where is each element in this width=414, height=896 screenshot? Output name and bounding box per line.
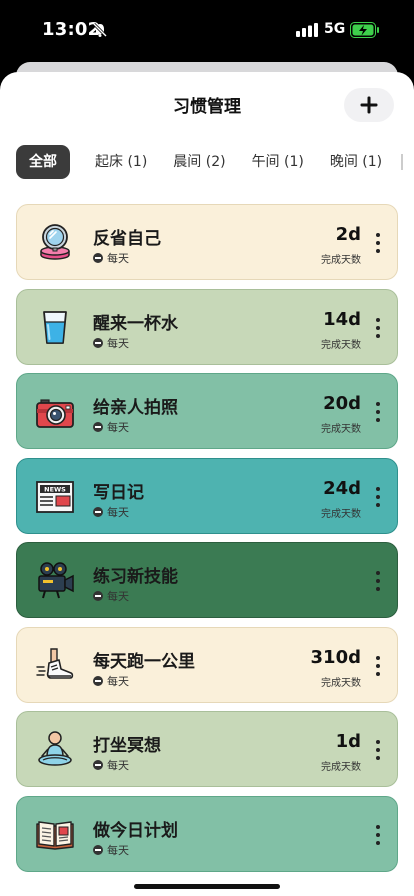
more-options-button[interactable] xyxy=(371,486,385,507)
habit-card[interactable]: NEWS 写日记 每天 24d 完成天数 xyxy=(16,457,398,534)
frequency-label: 每天 xyxy=(107,421,129,434)
frequency-label: 每天 xyxy=(107,759,129,772)
frequency-label: 每天 xyxy=(107,252,129,265)
habit-management-sheet: 习惯管理 全部 起床 (1) 晨间 (2) 午间 (1) 晚间 (1) 反省自己… xyxy=(0,72,414,896)
frequency-icon xyxy=(93,760,103,770)
frequency-label: 每天 xyxy=(107,674,129,688)
frequency-label: 每天 xyxy=(107,843,129,857)
more-options-button[interactable] xyxy=(371,571,385,591)
running-shoe-icon xyxy=(36,647,74,679)
category-tabs: 全部 起床 (1) 晨间 (2) 午间 (1) 晚间 (1) xyxy=(16,144,414,180)
completed-days-label: 完成天数 xyxy=(321,339,361,351)
habit-card[interactable]: 醒来一杯水 每天 14d 完成天数 xyxy=(16,288,398,365)
completed-days-count: 310d xyxy=(310,646,361,668)
more-options-button[interactable] xyxy=(371,655,385,676)
water-glass-icon xyxy=(43,310,67,344)
add-habit-button[interactable] xyxy=(344,88,394,122)
tab-evening[interactable]: 晚间 (1) xyxy=(319,145,393,179)
status-bar: 13:02 5G xyxy=(0,0,414,62)
habit-name: 写日记 xyxy=(93,482,144,503)
network-type: 5G xyxy=(324,21,346,37)
habit-name: 给亲人拍照 xyxy=(93,398,178,418)
habit-name: 练习新技能 xyxy=(93,567,178,587)
habit-card[interactable]: 练习新技能 每天 xyxy=(16,542,398,618)
tab-noon[interactable]: 午间 (1) xyxy=(241,145,315,179)
completed-days-label: 完成天数 xyxy=(321,424,361,435)
habit-frequency: 每天 xyxy=(93,250,129,266)
battery-charging-icon xyxy=(350,22,379,38)
habit-name: 醒来一杯水 xyxy=(93,313,178,334)
tab-overflow-indicator xyxy=(401,154,404,170)
frequency-label: 每天 xyxy=(107,336,129,350)
frequency-icon xyxy=(93,591,103,601)
completed-days-label: 完成天数 xyxy=(321,762,361,773)
newspaper-icon: NEWS xyxy=(36,480,74,513)
frequency-icon xyxy=(93,253,103,263)
tab-wake-up[interactable]: 起床 (1) xyxy=(84,145,158,179)
plus-icon xyxy=(360,96,378,114)
completed-days-label: 完成天数 xyxy=(321,677,361,689)
camera-icon xyxy=(36,399,74,428)
completed-days-count: 20d xyxy=(323,393,361,414)
completed-days-count: 2d xyxy=(335,224,361,245)
habit-card[interactable]: 做今日计划 每天 xyxy=(16,795,398,872)
habit-card[interactable]: 反省自己 每天 2d 完成天数 xyxy=(16,204,398,280)
video-camera-icon xyxy=(38,562,74,599)
frequency-icon xyxy=(93,337,103,348)
habit-name: 做今日计划 xyxy=(93,820,178,841)
tab-all[interactable]: 全部 xyxy=(16,145,70,179)
home-indicator[interactable] xyxy=(134,884,280,889)
habit-frequency: 每天 xyxy=(93,842,129,858)
habit-name: 反省自己 xyxy=(93,229,161,249)
habit-frequency: 每天 xyxy=(93,335,129,351)
habit-card[interactable]: 每天跑一公里 每天 310d 完成天数 xyxy=(16,626,398,703)
compact-mirror-icon xyxy=(40,224,70,260)
open-book-icon xyxy=(36,820,74,850)
completed-days-count: 1d xyxy=(335,731,361,752)
habit-card[interactable]: 打坐冥想 每天 1d 完成天数 xyxy=(16,711,398,787)
frequency-label: 每天 xyxy=(107,590,129,603)
frequency-icon xyxy=(93,506,103,517)
completed-days-label: 完成天数 xyxy=(321,255,361,266)
habit-frequency: 每天 xyxy=(93,504,129,520)
more-options-button[interactable] xyxy=(371,824,385,845)
cellular-signal-icon xyxy=(296,23,318,37)
habit-frequency: 每天 xyxy=(93,757,129,773)
frequency-icon xyxy=(93,675,103,686)
more-options-button[interactable] xyxy=(371,402,385,422)
completed-days-label: 完成天数 xyxy=(321,508,361,520)
frequency-icon xyxy=(93,844,103,855)
more-options-button[interactable] xyxy=(371,233,385,253)
habit-frequency: 每天 xyxy=(93,419,129,435)
frequency-icon xyxy=(93,422,103,432)
bell-off-icon xyxy=(92,22,108,38)
habit-list: 反省自己 每天 2d 完成天数 醒来一杯水 每天 14d 完成天数 给亲人拍照 … xyxy=(16,204,398,880)
meditation-icon xyxy=(38,731,72,766)
more-options-button[interactable] xyxy=(371,740,385,760)
habit-card[interactable]: 给亲人拍照 每天 20d 完成天数 xyxy=(16,373,398,449)
habit-frequency: 每天 xyxy=(93,588,129,604)
more-options-button[interactable] xyxy=(371,317,385,338)
habit-name: 打坐冥想 xyxy=(93,736,161,756)
habit-name: 每天跑一公里 xyxy=(93,651,195,672)
tab-morning[interactable]: 晨间 (2) xyxy=(162,145,236,179)
frequency-label: 每天 xyxy=(107,505,129,519)
completed-days-count: 24d xyxy=(323,477,361,499)
svg-text:NEWS: NEWS xyxy=(44,485,66,493)
habit-frequency: 每天 xyxy=(93,673,129,689)
completed-days-count: 14d xyxy=(323,308,361,330)
